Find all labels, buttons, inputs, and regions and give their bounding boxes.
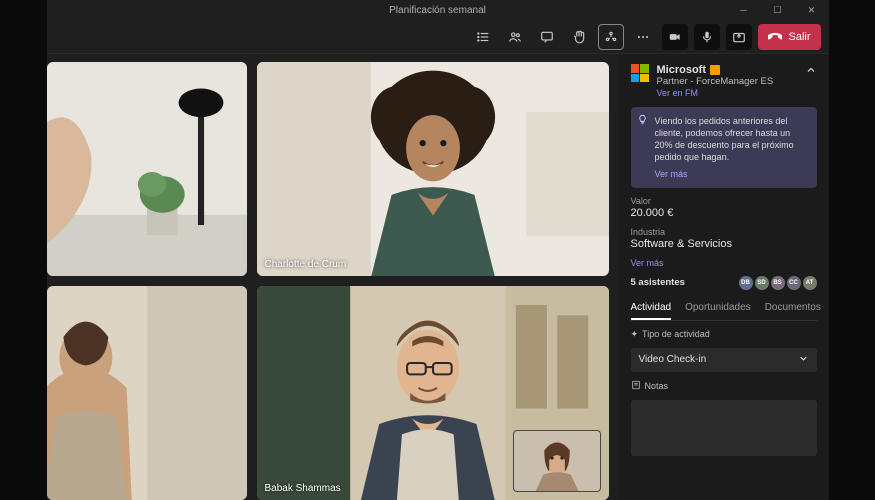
avatar: DB (739, 276, 753, 290)
app-window: Planificación semanal ─ ☐ ✕ (47, 0, 829, 500)
chat-icon[interactable] (534, 24, 560, 50)
valor-field: Valor 20.000 € (631, 196, 817, 219)
meeting-toolbar: Salir (47, 20, 829, 54)
industria-value: Software & Servicios (631, 238, 817, 250)
attendees-row: 5 asistentes DBSDBSCCAT (631, 276, 817, 290)
activity-type-label: ✦ Tipo de actividad (631, 329, 817, 340)
window-controls: ─ ☐ ✕ (727, 0, 829, 20)
video-tile-0 (47, 62, 247, 276)
industria-field: Industria Software & Servicios (631, 227, 817, 250)
video-tile-3: Babak Shammas (257, 286, 609, 500)
content-area: Charlotte de Crum (47, 54, 829, 500)
minimize-button[interactable]: ─ (727, 0, 761, 20)
breakout-rooms-icon[interactable] (598, 24, 624, 50)
chevron-down-icon (798, 353, 809, 367)
maximize-button[interactable]: ☐ (761, 0, 795, 20)
panel-company-title: Microsoft (657, 64, 774, 76)
attendees-count: 5 asistentes (631, 277, 685, 288)
video-tile-1: Charlotte de Crum (257, 62, 609, 276)
self-view-pip[interactable] (513, 430, 601, 492)
participant-name-label: Babak Shammas (265, 483, 341, 494)
tab-actividad[interactable]: Actividad (631, 302, 672, 320)
valor-label: Valor (631, 196, 817, 206)
panel-more-link[interactable]: Ver más (631, 258, 817, 268)
close-button[interactable]: ✕ (795, 0, 829, 20)
note-icon (631, 380, 641, 392)
insight-tip: Viendo los pedidos anteriores del client… (631, 107, 817, 188)
notes-textarea[interactable] (631, 400, 817, 456)
tab-oportunidades[interactable]: Oportunidades (685, 302, 751, 320)
tab-documentos[interactable]: Documentos (765, 302, 821, 320)
industria-label: Industria (631, 227, 817, 237)
panel-subtitle: Partner - ForceManager ES (657, 76, 774, 87)
activity-type-select[interactable]: Video Check-in (631, 348, 817, 372)
tip-more-link[interactable]: Ver más (639, 168, 688, 180)
avatar: AT (803, 276, 817, 290)
sparkle-icon: ✦ (631, 329, 639, 340)
people-icon[interactable] (502, 24, 528, 50)
more-icon[interactable] (630, 24, 656, 50)
tip-text: Viendo los pedidos anteriores del client… (639, 115, 809, 164)
participant-name-label: Charlotte de Crum (265, 259, 347, 270)
titlebar: Planificación semanal ─ ☐ ✕ (47, 0, 829, 20)
panel-header: Microsoft Partner - ForceManager ES Ver … (631, 64, 817, 99)
badge-icon (710, 65, 720, 75)
lightbulb-icon (637, 114, 648, 128)
leave-label: Salir (788, 31, 810, 43)
panel-tabs: Actividad Oportunidades Documentos (631, 302, 817, 321)
activity-type-value: Video Check-in (639, 354, 707, 365)
leave-button[interactable]: Salir (758, 24, 820, 50)
video-tile-2 (47, 286, 247, 500)
attendee-avatars[interactable]: DBSDBSCCAT (739, 276, 817, 290)
avatar: BS (771, 276, 785, 290)
chevron-up-icon[interactable] (805, 64, 817, 79)
window-title: Planificación semanal (389, 5, 486, 16)
valor-value: 20.000 € (631, 207, 817, 219)
microsoft-logo-icon (631, 64, 649, 82)
avatar: SD (755, 276, 769, 290)
camera-icon[interactable] (662, 24, 688, 50)
mic-icon[interactable] (694, 24, 720, 50)
context-panel: Microsoft Partner - ForceManager ES Ver … (619, 54, 829, 500)
fm-link[interactable]: Ver en FM (657, 88, 699, 98)
notes-label: Notas (631, 380, 817, 392)
avatar: CC (787, 276, 801, 290)
list-icon[interactable] (470, 24, 496, 50)
raise-hand-icon[interactable] (566, 24, 592, 50)
share-icon[interactable] (726, 24, 752, 50)
video-grid: Charlotte de Crum (47, 54, 619, 500)
